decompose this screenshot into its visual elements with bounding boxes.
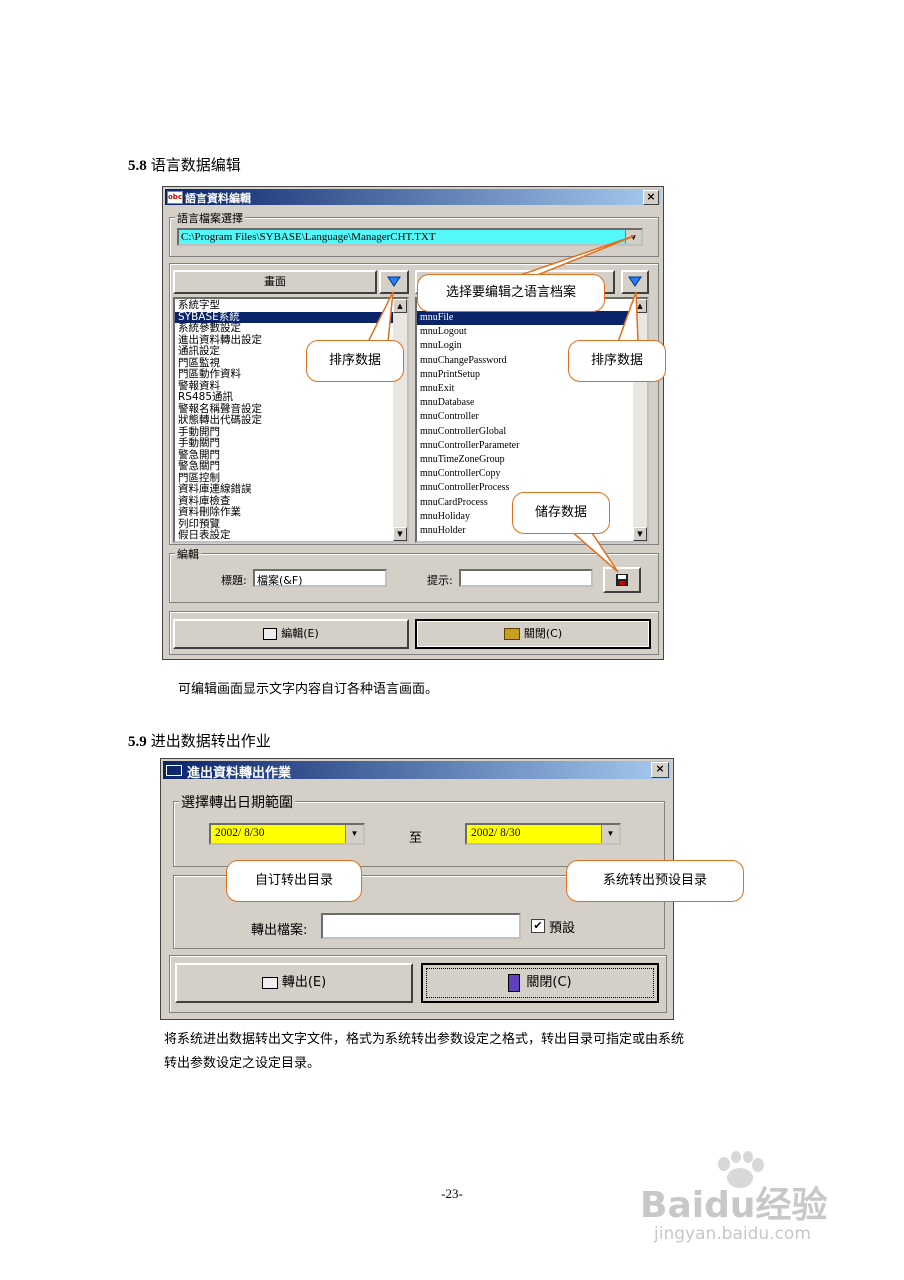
section-title: 进出数据转出作业 — [150, 732, 271, 750]
watermark-logo-text: Baidu经验 — [640, 1185, 828, 1226]
close-icon[interactable]: × — [651, 762, 669, 778]
default-checkbox[interactable]: ✔ — [531, 919, 545, 933]
dialog-title: 進出資料轉出作業 — [187, 766, 292, 781]
close-button[interactable]: 關閉(C) — [421, 963, 659, 1003]
section-number: 5.9 — [128, 734, 147, 750]
watermark-url: jingyan.baidu.com — [654, 1224, 811, 1244]
date-to-value: 2002/ 8/30 — [471, 827, 521, 839]
callout-sort-right: 排序数据 — [568, 340, 666, 382]
chevron-down-icon[interactable]: ▼ — [601, 825, 619, 843]
door-icon — [508, 973, 521, 992]
callout-custom-export-dir: 自订转出目录 — [226, 860, 362, 902]
close-button-label: 關閉(C) — [526, 975, 572, 990]
callout-select-language-file: 选择要编辑之语言档案 — [417, 274, 605, 312]
date-to-combo[interactable]: 2002/ 8/30 ▼ — [465, 823, 621, 845]
export-button-label: 轉出(E) — [281, 975, 327, 990]
default-checkbox-label: 預設 — [549, 921, 576, 936]
section-5-9-body: 将系统进出数据转出文字文件，格式为系统转出参数设定之格式，转出目录可指定或由系统… — [164, 1028, 804, 1076]
export-icon — [261, 976, 278, 989]
body-line-2: 转出参数设定之设定目录。 — [164, 1056, 321, 1071]
export-file-label: 轉出檔案: — [251, 923, 308, 938]
callout-pointers — [327, 235, 639, 931]
callout-sort-left: 排序数据 — [306, 340, 404, 382]
chevron-down-icon[interactable]: ▼ — [345, 825, 363, 843]
to-label: 至 — [409, 831, 423, 846]
export-button[interactable]: 轉出(E) — [175, 963, 413, 1003]
section-5-9-heading: 5.9 进出数据转出作业 — [128, 730, 271, 751]
section-5-8-caption: 可编辑画面显示文字内容自订各种语言画面。 — [178, 682, 439, 697]
body-line-1: 将系统进出数据转出文字文件，格式为系统转出参数设定之格式，转出目录可指定或由系统 — [164, 1032, 685, 1047]
baidu-watermark: Baidu经验 jingyan.baidu.com — [640, 1150, 880, 1250]
export-window-icon — [166, 765, 182, 776]
date-from-combo[interactable]: 2002/ 8/30 ▼ — [209, 823, 365, 845]
export-file-input[interactable] — [321, 913, 521, 939]
callout-save: 储存数据 — [512, 492, 610, 534]
date-range-group-label: 選擇轉出日期範圍 — [179, 792, 295, 812]
dialog-titlebar[interactable]: 進出資料轉出作業 × — [163, 761, 671, 781]
date-from-value: 2002/ 8/30 — [215, 827, 265, 839]
callout-default-export-dir: 系统转出预设目录 — [566, 860, 744, 902]
